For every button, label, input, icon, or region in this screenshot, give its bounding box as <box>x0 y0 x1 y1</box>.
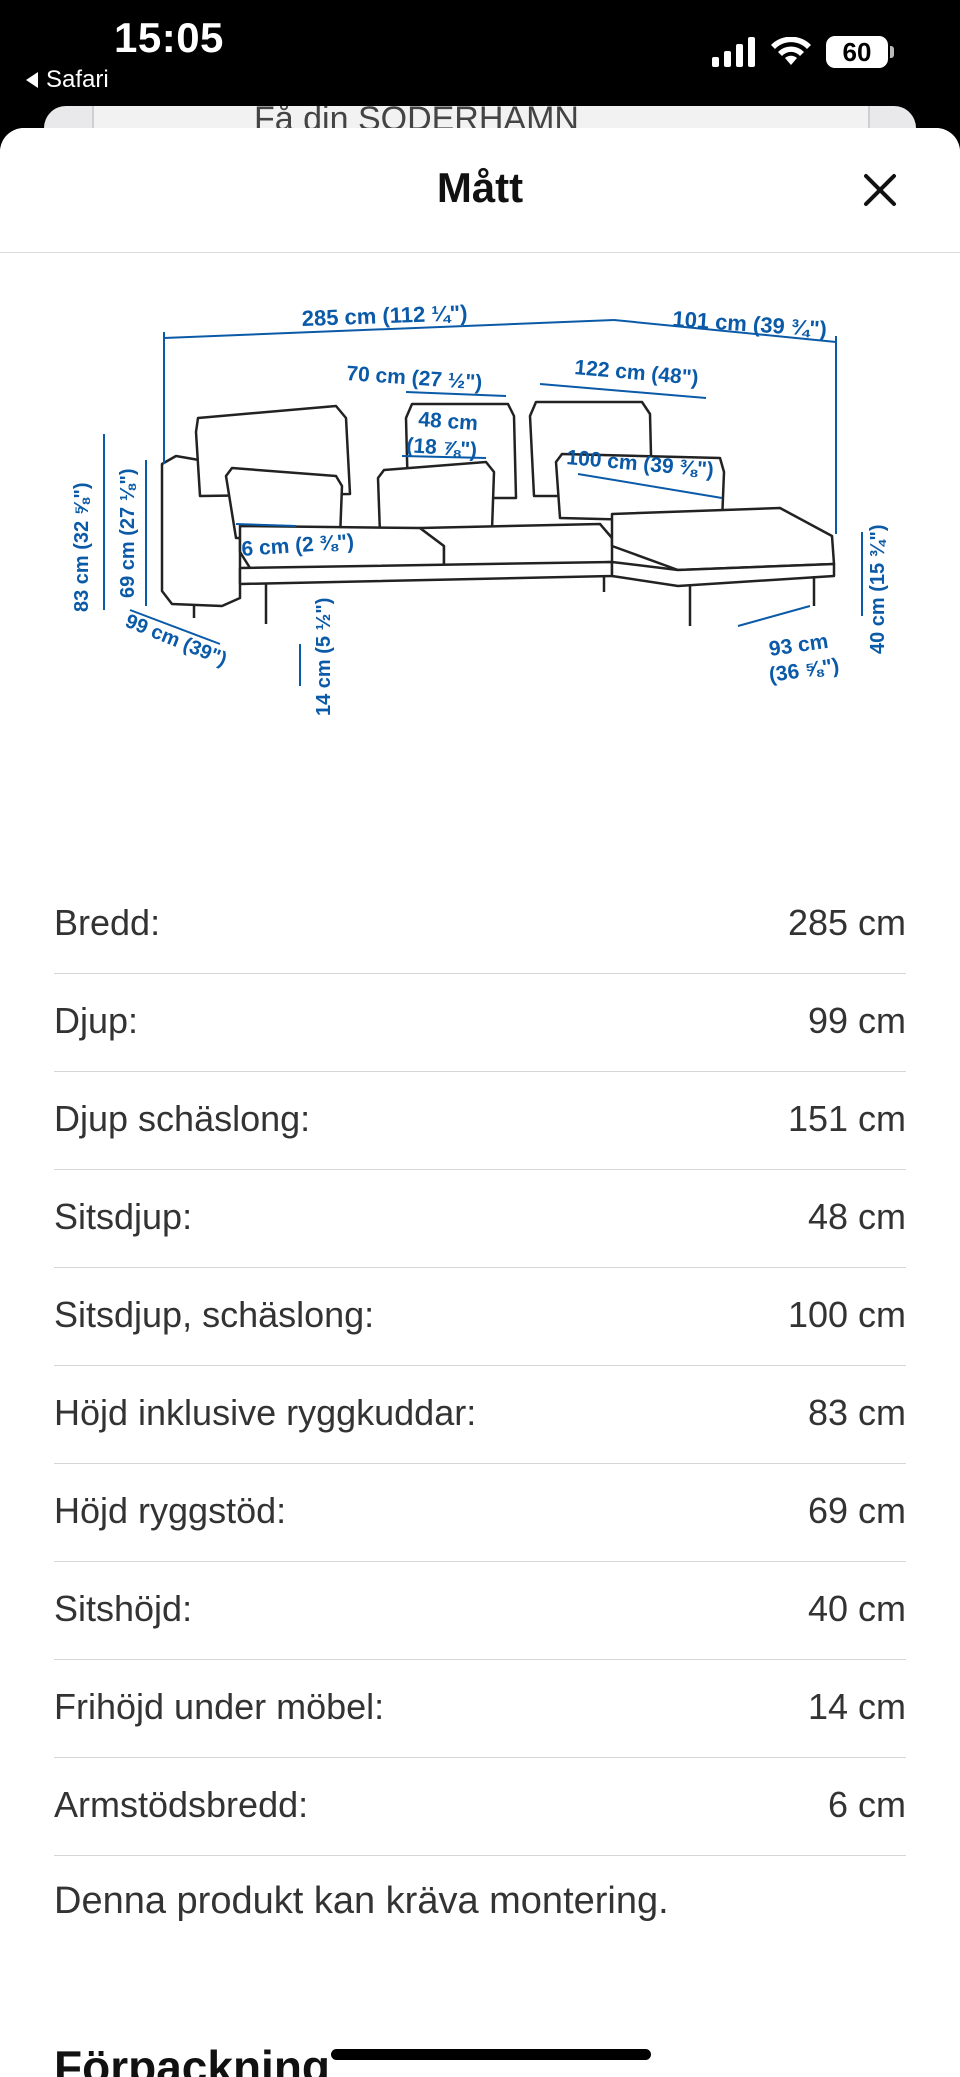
packaging-section-title[interactable]: Förpackning <box>54 2040 330 2077</box>
spec-value: 6 cm <box>827 1784 906 1825</box>
spec-value: 40 cm <box>807 1588 906 1629</box>
sofa-dimension-diagram: 285 cm (112 ¼") 101 cm (39 ¾") 70 cm (27… <box>71 300 889 716</box>
spec-label: Frihöjd under möbel: <box>54 1686 385 1727</box>
spec-value: 99 cm <box>807 1000 906 1041</box>
back-arrow-icon <box>26 72 38 88</box>
wifi-icon <box>771 37 811 65</box>
spec-row: Djup schäslong: 151 cm <box>54 1072 906 1170</box>
status-icons: 60 <box>712 36 894 68</box>
diagram-height-69: 69 cm (27 ⅛") <box>117 468 139 598</box>
back-app-label: Safari <box>46 66 109 93</box>
diagram-height-83: 83 cm (32 ⅝") <box>71 482 93 612</box>
spec-label: Sitsdjup, schäslong: <box>54 1294 375 1335</box>
spec-row: Sitsdjup, schäslong: 100 cm <box>54 1268 906 1366</box>
diagram-seat-height-40: 40 cm (15 ¾") <box>867 524 889 654</box>
back-to-safari[interactable]: Safari <box>26 66 109 94</box>
diagram-depth-99: 99 cm (39") <box>122 610 230 671</box>
spec-value: 151 cm <box>787 1098 906 1139</box>
diagram-seat-depth-48-in: (18 ⅞") <box>406 434 478 462</box>
specs-list: Bredd: 285 cm Djup: 99 cm Djup schäslong… <box>54 876 906 1856</box>
screen: 15:05 Safari 60 Få din SÖDERHAMN Mått 28… <box>0 0 960 2077</box>
spec-value: 14 cm <box>807 1686 906 1727</box>
spec-label: Armstödsbredd: <box>54 1784 309 1825</box>
diagram-seat-depth-48: 48 cm <box>418 408 479 435</box>
spec-label: Höjd inklusive ryggkuddar: <box>54 1392 477 1433</box>
spec-label: Höjd ryggstöd: <box>54 1490 287 1531</box>
diagram-chaise-122: 122 cm (48") <box>574 356 700 390</box>
spec-label: Bredd: <box>54 902 161 943</box>
battery-icon: 60 <box>826 36 894 68</box>
spec-row: Bredd: 285 cm <box>54 876 906 974</box>
diagram-clearance-14: 14 cm (5 ½") <box>313 598 335 716</box>
close-icon[interactable] <box>860 170 900 210</box>
spec-row: Höjd ryggstöd: 69 cm <box>54 1464 906 1562</box>
spec-row: Frihöjd under möbel: 14 cm <box>54 1660 906 1758</box>
spec-row: Höjd inklusive ryggkuddar: 83 cm <box>54 1366 906 1464</box>
spec-row: Armstödsbredd: 6 cm <box>54 1758 906 1856</box>
spec-row: Sitsdjup: 48 cm <box>54 1170 906 1268</box>
status-time: 15:05 <box>114 14 224 61</box>
spec-label: Sitsdjup: <box>54 1196 193 1237</box>
signal-icon <box>712 37 755 67</box>
spec-label: Sitshöjd: <box>54 1588 193 1629</box>
sheet-title: Mått <box>436 164 524 211</box>
spec-value: 285 cm <box>787 902 906 943</box>
spec-value: 100 cm <box>787 1294 906 1335</box>
spec-row: Djup: 99 cm <box>54 974 906 1072</box>
spec-value: 69 cm <box>807 1490 906 1531</box>
dimensions-sheet: Mått 285 cm (112 ¼") 101 cm (39 ¾") 70 c… <box>0 128 960 2077</box>
sheet-header: Mått <box>0 128 960 253</box>
spec-row: Sitshöjd: 40 cm <box>54 1562 906 1660</box>
spec-label: Djup schäslong: <box>54 1098 311 1139</box>
diagram-width-chaise: 101 cm (39 ¾") <box>672 306 828 342</box>
spec-label: Djup: <box>54 1000 139 1041</box>
spec-value: 48 cm <box>807 1196 906 1237</box>
assembly-note: Denna produkt kan kräva montering. <box>54 1880 669 1922</box>
status-bar: 15:05 Safari 60 <box>0 0 960 100</box>
home-indicator[interactable] <box>331 2049 651 2060</box>
spec-value: 83 cm <box>807 1392 906 1433</box>
diagram-seat-width-70: 70 cm (27 ½") <box>346 362 483 394</box>
